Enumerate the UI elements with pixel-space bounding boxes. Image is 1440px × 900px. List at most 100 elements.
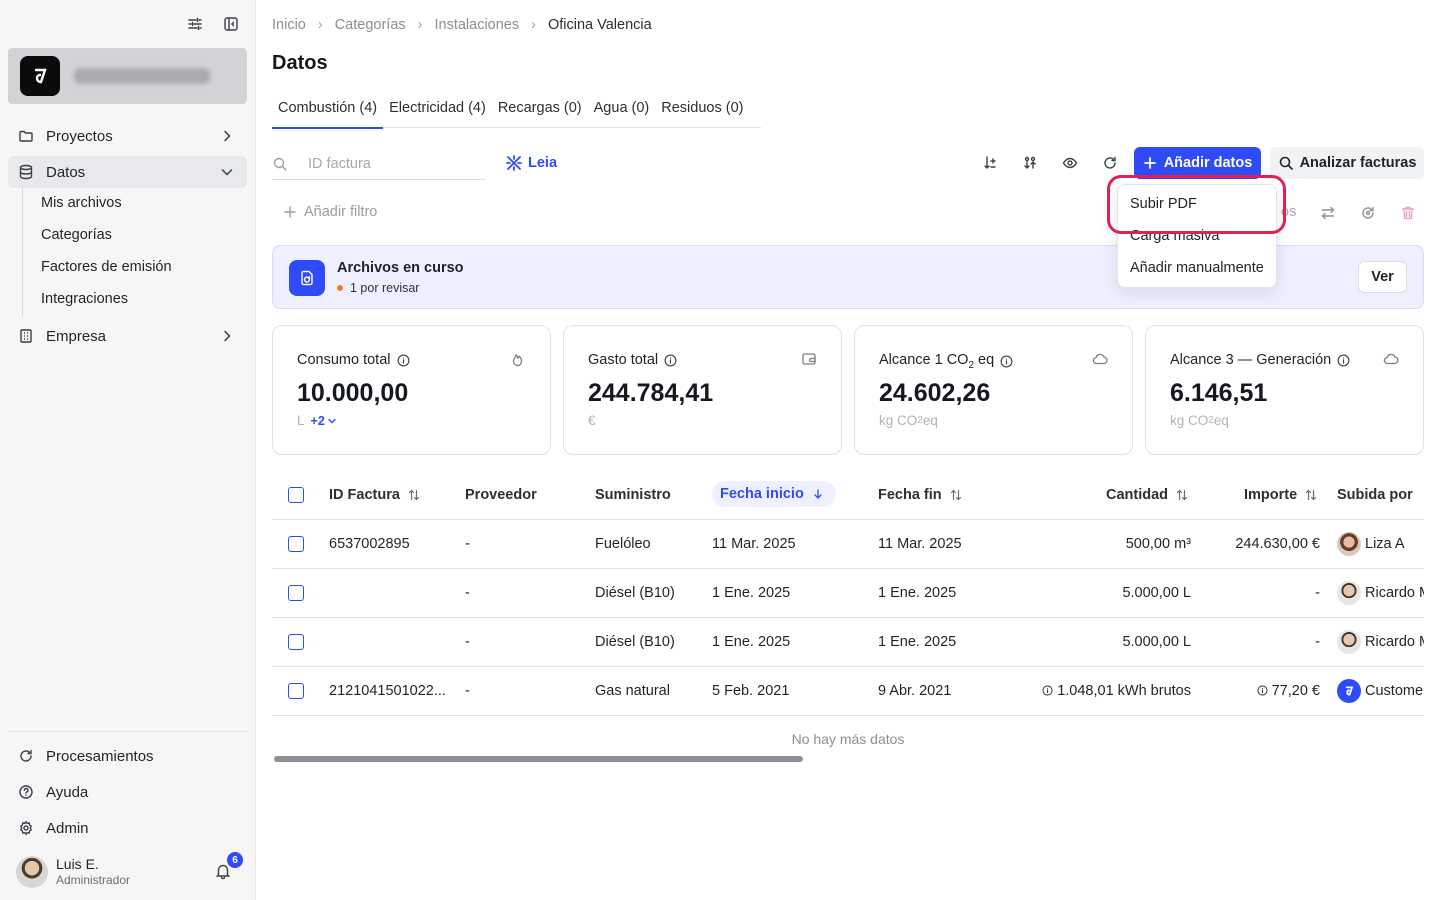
help-icon	[18, 784, 34, 800]
column-header-proveedor[interactable]: Proveedor	[465, 487, 537, 503]
add-filter-button[interactable]: Añadir filtro	[284, 204, 377, 220]
info-icon[interactable]	[1337, 354, 1350, 367]
sidebar-subitem-integraciones[interactable]: Integraciones	[41, 291, 128, 307]
user-role: Administrador	[56, 873, 131, 887]
sidebar-item-label: Ayuda	[46, 783, 89, 801]
table-footer-empty: No hay más datos	[791, 731, 905, 747]
organization-switcher[interactable]	[8, 48, 247, 104]
kpi-card-consumo: Consumo total 10.000,00 L +2	[272, 325, 551, 455]
row-checkbox[interactable]	[288, 634, 304, 650]
column-header-suministro[interactable]: Suministro	[595, 487, 671, 503]
avatar	[1337, 581, 1361, 605]
chevron-down-icon	[327, 416, 337, 426]
column-header-fecha-fin[interactable]: Fecha fin	[878, 487, 962, 503]
search-icon	[272, 156, 288, 172]
cloud-icon	[1092, 351, 1108, 367]
breadcrumb-item[interactable]: Categorías	[335, 17, 406, 33]
row-checkbox[interactable]	[288, 683, 304, 699]
transfer-icon[interactable]	[1319, 204, 1337, 222]
kpi-unit-pre: kg CO	[1170, 413, 1209, 428]
page-title: Datos	[272, 52, 328, 74]
view-button[interactable]: Ver	[1358, 261, 1407, 293]
recalculate-icon[interactable]	[1359, 204, 1377, 222]
table-row[interactable]: - Diésel (B10) 1 Ene. 2025 1 Ene. 2025 5…	[272, 569, 1424, 618]
sidebar-subitem-mis-archivos[interactable]: Mis archivos	[41, 195, 122, 211]
menu-item-add-manually[interactable]: Añadir manualmente	[1130, 260, 1264, 276]
column-header-importe[interactable]: Importe	[1244, 487, 1317, 503]
kpi-title-text: Gasto total	[588, 352, 659, 368]
sidebar-item-ayuda[interactable]: Ayuda	[8, 776, 247, 808]
sidebar-item-label: Datos	[46, 163, 86, 181]
eye-icon[interactable]	[1060, 153, 1080, 173]
cell-fecha-inicio: 5 Feb. 2021	[712, 683, 790, 699]
cell-cantidad: 1.048,01 kWh brutos	[1057, 683, 1191, 699]
kpi-value: 10.000,00	[297, 379, 409, 407]
more-units-toggle[interactable]: +2	[311, 414, 325, 428]
kpi-unit-text: L	[297, 413, 305, 428]
table-row[interactable]: 6537002895 - Fuelóleo 11 Mar. 2025 11 Ma…	[272, 520, 1424, 569]
filters-icon[interactable]	[185, 14, 205, 34]
sidebar-item-admin[interactable]: Admin	[8, 812, 247, 844]
info-icon[interactable]	[664, 354, 677, 367]
breadcrumb-item[interactable]: Instalaciones	[434, 17, 519, 33]
column-header-cantidad[interactable]: Cantidad	[1106, 487, 1188, 503]
cell-fecha-fin: 1 Ene. 2025	[878, 634, 957, 650]
column-header-label: Fecha inicio	[720, 486, 804, 502]
sidebar-item-datos[interactable]: Datos	[8, 156, 247, 188]
column-header-label: Proveedor	[465, 487, 537, 503]
column-header-id[interactable]: ID Factura	[329, 487, 420, 503]
leia-button[interactable]: Leia	[505, 154, 557, 172]
info-icon[interactable]	[1257, 685, 1268, 696]
sidebar-item-proyectos[interactable]: Proyectos	[8, 120, 247, 152]
kpi-unit-text: €	[588, 413, 596, 428]
tab-residuos[interactable]: Residuos (0)	[655, 98, 749, 128]
sort-swap-icon[interactable]	[980, 153, 1000, 173]
info-icon[interactable]	[1000, 355, 1013, 368]
select-all-checkbox[interactable]	[288, 487, 304, 503]
tab-recargas[interactable]: Recargas (0)	[492, 98, 588, 128]
user-profile[interactable]: Luis E. Administrador	[16, 856, 130, 888]
tab-combustion[interactable]: Combustión (4)	[272, 98, 384, 129]
column-header-fecha-inicio[interactable]: Fecha inicio	[712, 481, 836, 507]
search-box	[272, 148, 486, 180]
avatar	[1337, 532, 1361, 556]
horizontal-scrollbar[interactable]	[274, 756, 803, 762]
info-icon[interactable]	[1042, 685, 1053, 696]
info-icon[interactable]	[397, 354, 410, 367]
cell-importe: -	[1315, 585, 1320, 601]
table-row[interactable]: - Diésel (B10) 1 Ene. 2025 1 Ene. 2025 5…	[272, 618, 1424, 667]
row-checkbox[interactable]	[288, 536, 304, 552]
tab-electricidad[interactable]: Electricidad (4)	[383, 98, 492, 128]
sidebar-item-procesamientos[interactable]: Procesamientos	[8, 740, 247, 772]
file-sync-icon	[289, 260, 325, 296]
kpi-card-alcance-1: Alcance 1 CO2 eq 24.602,26 kg CO 2 eq	[854, 325, 1133, 455]
sidebar-item-empresa[interactable]: Empresa	[8, 320, 247, 352]
cell-fecha-inicio: 1 Ene. 2025	[712, 634, 791, 650]
kpi-title: Alcance 1 CO2 eq	[879, 352, 1013, 371]
column-header-label: Subida por	[1337, 487, 1413, 503]
trash-icon[interactable]	[1399, 204, 1417, 222]
sidebar-subitem-categorias[interactable]: Categorías	[41, 227, 112, 243]
group-icon[interactable]	[1020, 153, 1040, 173]
search-input[interactable]	[308, 155, 468, 172]
cell-fecha-fin: 9 Abr. 2021	[878, 683, 952, 699]
table-row[interactable]: 2121041501022... - Gas natural 5 Feb. 20…	[272, 667, 1424, 716]
breadcrumb-item[interactable]: Inicio	[272, 17, 306, 33]
search-icon	[1278, 155, 1294, 171]
sidebar-subitem-factores-emision[interactable]: Factores de emisión	[41, 259, 172, 275]
arrow-down-icon	[812, 488, 824, 500]
add-filter-label: Añadir filtro	[304, 204, 378, 220]
sidebar: Proyectos Datos Mis archivos Categorías …	[0, 0, 256, 900]
row-checkbox[interactable]	[288, 585, 304, 601]
cell-cantidad: 5.000,00 L	[1122, 634, 1191, 650]
column-header-subida-por[interactable]: Subida por	[1337, 487, 1413, 503]
banner-subtitle-text: 1 por revisar	[350, 281, 420, 295]
cell-importe: -	[1315, 634, 1320, 650]
wallet-icon	[801, 351, 817, 367]
analyze-invoices-button[interactable]: Analizar facturas	[1270, 147, 1424, 179]
refresh-icon[interactable]	[1100, 153, 1120, 173]
kpi-title-post: eq	[974, 352, 995, 368]
collapse-sidebar-icon[interactable]	[221, 14, 241, 34]
tab-agua[interactable]: Agua (0)	[588, 98, 656, 128]
cell-subida-por: Customer	[1365, 683, 1424, 699]
